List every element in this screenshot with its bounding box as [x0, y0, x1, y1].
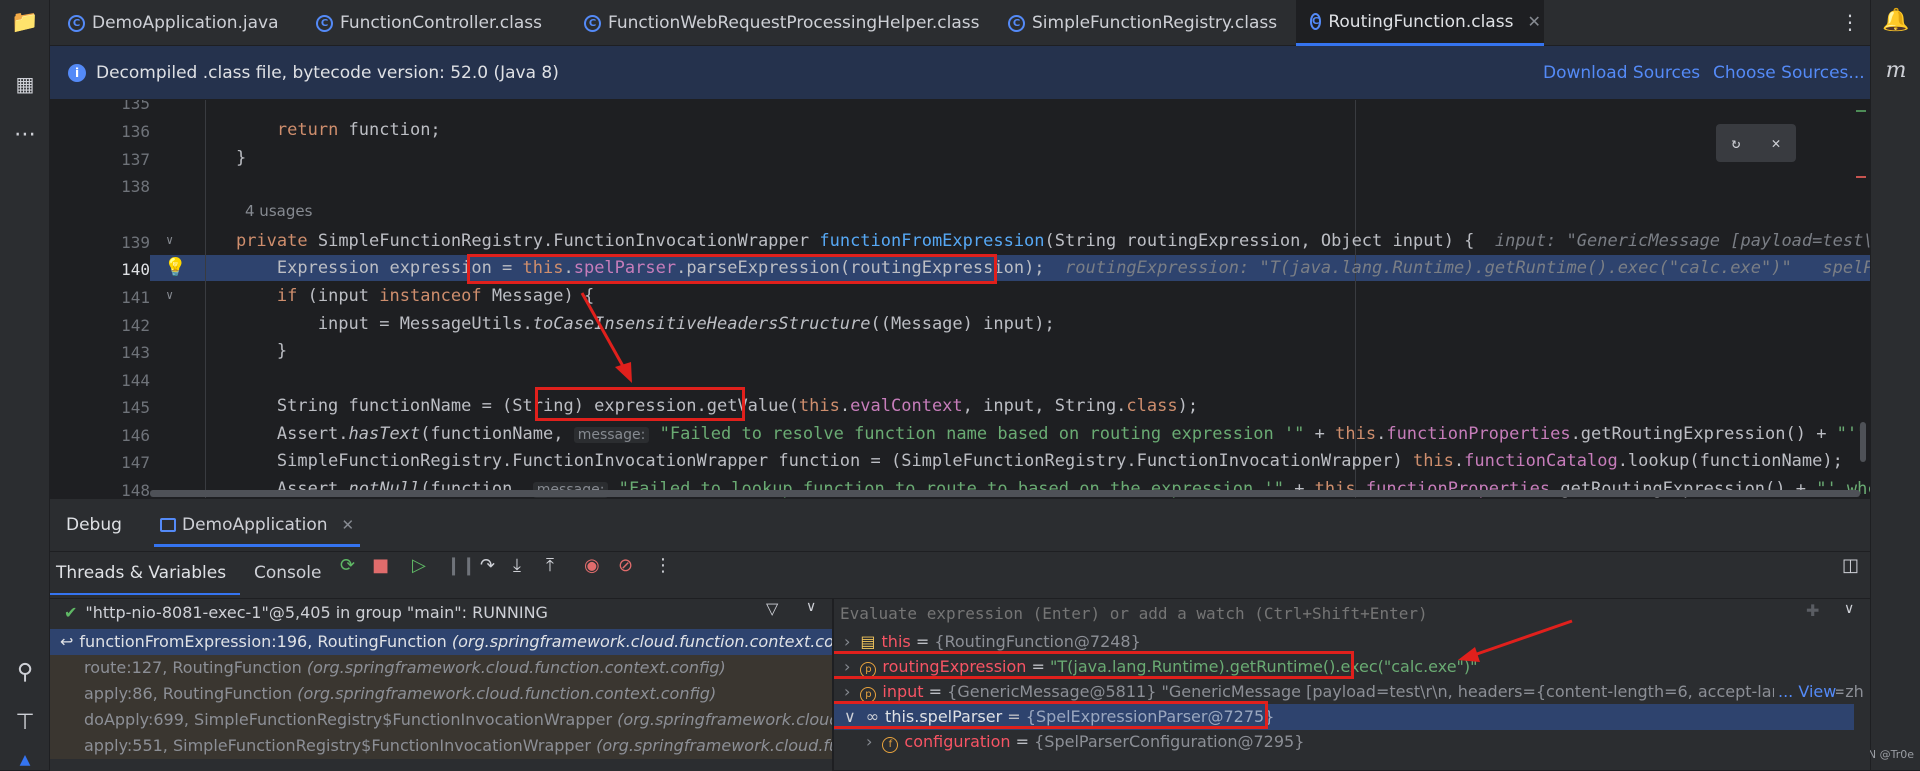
- git-icon[interactable]: ▲: [0, 752, 50, 768]
- class-icon: C: [1008, 14, 1025, 32]
- tab-demo-application[interactable]: C DemoApplication.java: [54, 0, 293, 46]
- folder-icon[interactable]: 📁: [0, 10, 50, 35]
- notifications-icon[interactable]: 🔔: [1871, 8, 1920, 33]
- search-icon[interactable]: ⚲: [0, 660, 50, 685]
- tab-function-web-request-processing-helper[interactable]: C FunctionWebRequestProcessingHelper.clas…: [570, 0, 993, 46]
- structure-icon[interactable]: ▦: [0, 72, 50, 96]
- banner-text: Decompiled .class file, bytecode version…: [96, 62, 559, 83]
- code-editor[interactable]: 135 136 137 138 139 140 141 142 143 144 …: [50, 100, 1870, 498]
- left-tool-strip: 📁 ▦ ⋯ ⚲ ⊤ ▲: [0, 0, 50, 770]
- debug-panel: Debug DemoApplication ✕ Threads & Variabl…: [50, 498, 1870, 771]
- choose-sources-link[interactable]: Choose Sources...: [1713, 63, 1865, 83]
- download-sources-link[interactable]: Download Sources: [1543, 63, 1700, 83]
- tab-routing-function[interactable]: C RoutingFunction.class ✕: [1296, 0, 1544, 46]
- tab-function-controller[interactable]: C FunctionController.class: [302, 0, 556, 46]
- editor-tab-bar: C DemoApplication.java C FunctionControlle…: [50, 0, 1870, 46]
- reader-mode-icon[interactable]: ↻: [1731, 134, 1740, 152]
- reader-mode-popup[interactable]: ↻ ✕: [1716, 124, 1796, 162]
- tab-simple-function-registry[interactable]: C SimpleFunctionRegistry.class: [994, 0, 1291, 46]
- build-icon[interactable]: ⊤: [0, 710, 50, 735]
- close-icon[interactable]: ✕: [1771, 134, 1780, 152]
- horizontal-scrollbar[interactable]: [150, 490, 1860, 497]
- class-icon: C: [1310, 13, 1322, 30]
- maven-icon[interactable]: m: [1871, 58, 1920, 83]
- class-icon: C: [584, 14, 601, 32]
- annotation-arrow: [580, 292, 632, 383]
- annotation-arrow: [1458, 619, 1573, 662]
- vertical-scrollbar[interactable]: [1860, 422, 1866, 462]
- class-icon: C: [316, 14, 333, 32]
- close-icon[interactable]: ✕: [1527, 12, 1540, 31]
- gutter-marker: [1856, 110, 1866, 112]
- more-tabs-icon[interactable]: ⋮: [1840, 10, 1860, 34]
- info-icon: i: [68, 63, 86, 82]
- gutter-marker: [1856, 176, 1866, 178]
- class-icon: C: [68, 14, 85, 32]
- right-tool-strip: 🔔 m CSDN @Tr0e: [1845, 0, 1920, 770]
- decompiled-banner: i Decompiled .class file, bytecode versi…: [50, 46, 1870, 100]
- more-tools-icon[interactable]: ⋯: [0, 122, 50, 147]
